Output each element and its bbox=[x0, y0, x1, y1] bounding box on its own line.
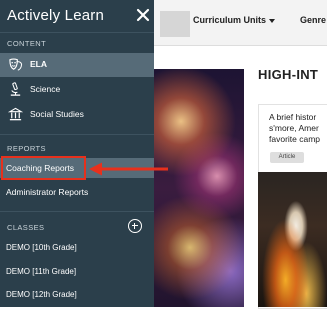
smores-campfire-image[interactable] bbox=[258, 172, 327, 307]
card-text-line: favorite camp bbox=[269, 134, 321, 144]
classes-section-label: CLASSES bbox=[7, 223, 45, 232]
sidebar-item-label: Science bbox=[30, 84, 61, 94]
divider bbox=[0, 32, 154, 33]
curriculum-units-label: Curriculum Units bbox=[193, 15, 267, 25]
highlight-box bbox=[1, 156, 86, 180]
close-icon[interactable] bbox=[136, 8, 150, 22]
drama-masks-icon bbox=[9, 58, 23, 71]
sidebar-header: Actively Learn bbox=[0, 0, 154, 32]
plus-circle-icon[interactable] bbox=[128, 219, 142, 233]
class-label: DEMO [12th Grade] bbox=[6, 290, 77, 299]
genre-menu[interactable]: Genre bbox=[300, 15, 326, 25]
sidebar-item-label: Administrator Reports bbox=[6, 187, 89, 197]
sidebar-item-social-studies[interactable]: Social Studies bbox=[0, 103, 154, 127]
class-label: DEMO [10th Grade] bbox=[6, 243, 77, 252]
sidebar-item-science[interactable]: Science bbox=[0, 78, 154, 102]
card-text-line: s'more, Amer bbox=[269, 123, 319, 133]
fireworks-image[interactable] bbox=[154, 69, 244, 307]
article-tag: Article bbox=[270, 152, 304, 163]
sidebar-item-ela[interactable]: ELA bbox=[0, 53, 154, 77]
chevron-down-icon bbox=[269, 18, 276, 23]
class-label: DEMO [11th Grade] bbox=[6, 267, 77, 276]
content-section-label: CONTENT bbox=[7, 39, 47, 48]
reports-section-label: REPORTS bbox=[7, 144, 46, 153]
microscope-icon bbox=[10, 82, 21, 96]
curriculum-units-menu[interactable]: Curriculum Units bbox=[193, 15, 276, 25]
brand-logo[interactable]: Actively Learn bbox=[7, 7, 104, 24]
sidebar: Actively Learn CONTENT ELA Science Socia… bbox=[0, 0, 154, 307]
card-text-line: A brief histor bbox=[269, 112, 317, 122]
sidebar-item-label: Social Studies bbox=[30, 109, 84, 119]
sidebar-item-class[interactable]: DEMO [11th Grade] bbox=[0, 261, 154, 283]
sidebar-item-class[interactable]: DEMO [12th Grade] bbox=[0, 284, 154, 306]
section-heading: HIGH-INT bbox=[258, 67, 319, 82]
sidebar-item-label: ELA bbox=[30, 59, 47, 69]
home-icon[interactable] bbox=[160, 11, 190, 37]
sidebar-item-class[interactable]: DEMO [10th Grade] bbox=[0, 237, 154, 259]
left-arrow-icon bbox=[89, 162, 168, 176]
divider bbox=[0, 134, 154, 135]
card-description: A brief histor s'more, Amer favorite cam… bbox=[269, 112, 327, 145]
columns-building-icon bbox=[8, 107, 23, 121]
sidebar-item-administrator-reports[interactable]: Administrator Reports bbox=[0, 182, 154, 202]
genre-label: Genre bbox=[300, 15, 327, 25]
divider bbox=[0, 211, 154, 212]
